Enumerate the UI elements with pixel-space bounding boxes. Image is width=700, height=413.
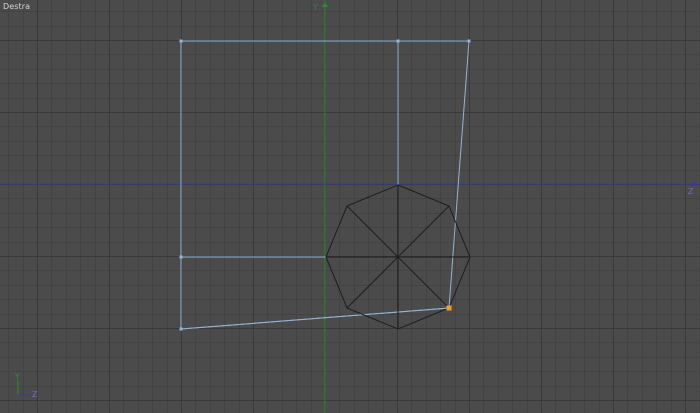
spline-vertex[interactable] xyxy=(179,39,183,43)
spline-vertex[interactable] xyxy=(396,39,400,43)
orientation-gizmo: Y Z xyxy=(14,372,38,399)
viewport-canvas[interactable]: Y Z Y Z xyxy=(0,0,700,413)
selected-point[interactable] xyxy=(446,305,452,311)
spline-vertex[interactable] xyxy=(467,39,471,43)
z-axis-label: Z xyxy=(688,187,694,196)
grid-major-lines xyxy=(0,0,700,413)
gizmo-y-label: Y xyxy=(14,372,20,381)
gizmo-z-label: Z xyxy=(32,390,38,399)
y-axis-arrow-icon xyxy=(322,2,328,7)
spline-vertex[interactable] xyxy=(179,327,183,331)
y-axis-label: Y xyxy=(312,3,318,12)
view-title[interactable]: Destra xyxy=(3,2,30,12)
spline-vertex[interactable] xyxy=(179,255,183,259)
spline-ramp[interactable] xyxy=(180,307,450,330)
grid-minor-lines xyxy=(0,0,700,413)
viewport-destra[interactable]: Y Z Y Z Destra xyxy=(0,0,700,413)
